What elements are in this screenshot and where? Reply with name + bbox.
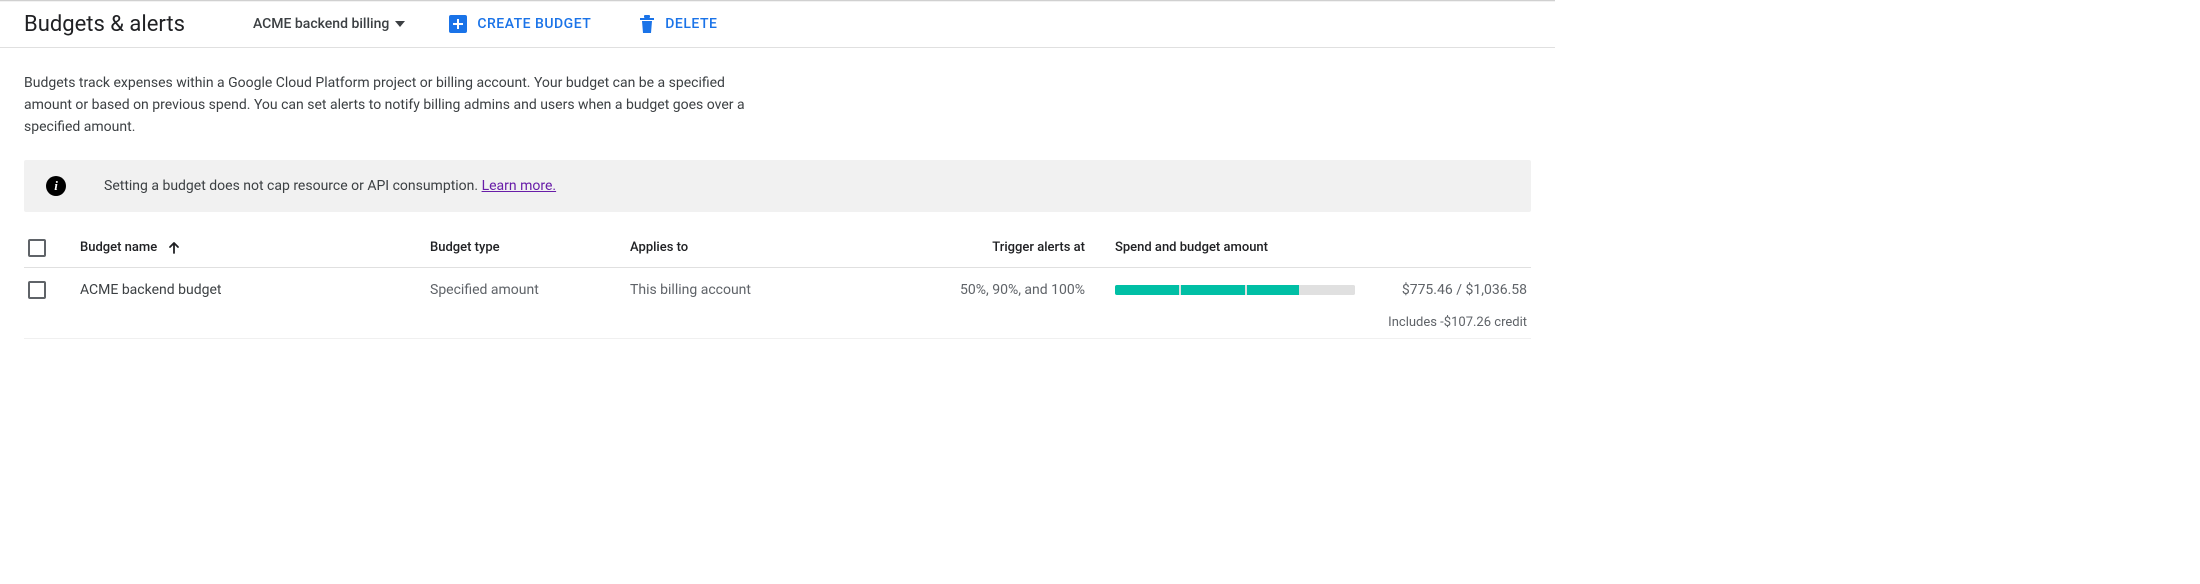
col-header-type[interactable]: Budget type [430,240,630,255]
info-message-text: Setting a budget does not cap resource o… [104,178,482,194]
cell-budget-name: ACME backend budget [80,282,430,298]
col-header-trigger[interactable]: Trigger alerts at [870,240,1085,255]
top-toolbar: Budgets & alerts ACME backend billing CR… [0,0,1555,48]
progress-bar [1115,285,1355,295]
cell-spend: $775.46 / $1,036.58 [1085,282,1527,298]
billing-account-label: ACME backend billing [253,16,389,32]
chevron-down-icon [395,21,405,27]
delete-label: DELETE [665,16,717,32]
row-checkbox[interactable] [28,281,46,299]
intro-description: Budgets track expenses within a Google C… [24,72,764,138]
cell-applies-to: This billing account [630,282,870,298]
select-all-checkbox[interactable] [28,239,46,257]
info-banner: i Setting a budget does not cap resource… [24,160,1531,212]
delete-button[interactable]: DELETE [627,9,729,39]
create-budget-label: CREATE BUDGET [477,16,591,32]
info-icon: i [46,176,66,196]
info-message: Setting a budget does not cap resource o… [104,178,556,194]
cell-trigger: 50%, 90%, and 100% [870,282,1085,298]
spend-amount: $775.46 / $1,036.58 [1385,282,1527,298]
col-header-spend[interactable]: Spend and budget amount [1085,240,1527,255]
trash-icon [639,15,655,33]
col-header-name-label: Budget name [80,240,157,255]
budgets-table: Budget name Budget type Applies to Trigg… [24,228,1531,339]
col-header-applies[interactable]: Applies to [630,240,870,255]
col-header-name[interactable]: Budget name [80,240,430,255]
cell-budget-type: Specified amount [430,282,630,298]
table-header-row: Budget name Budget type Applies to Trigg… [24,228,1531,268]
page-title: Budgets & alerts [24,12,185,37]
table-row[interactable]: ACME backend budget Specified amount Thi… [24,268,1531,312]
arrow-up-icon [167,241,181,255]
billing-account-selector[interactable]: ACME backend billing [245,10,413,38]
learn-more-link[interactable]: Learn more. [482,178,557,194]
credit-note: Includes -$107.26 credit [24,315,1531,330]
plus-icon [449,15,467,33]
create-budget-button[interactable]: CREATE BUDGET [437,9,603,39]
